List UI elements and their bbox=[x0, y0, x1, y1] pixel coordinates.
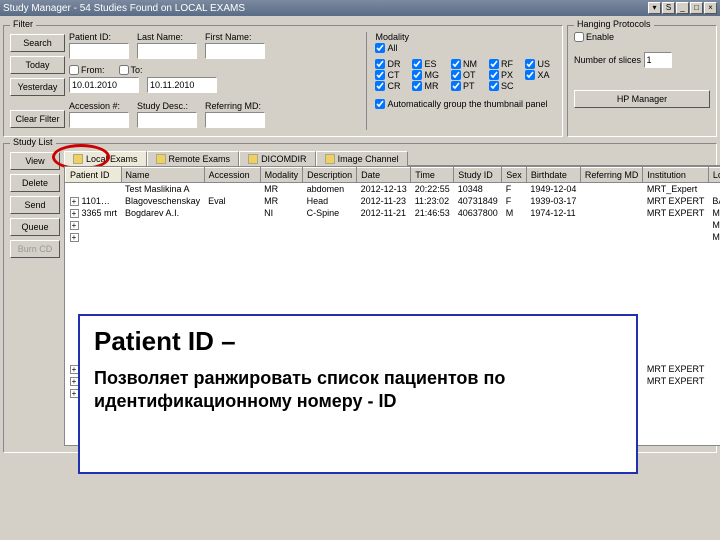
filter-group: Filter Search Today Yesterday Clear Filt… bbox=[3, 25, 563, 137]
col-header[interactable]: Accession bbox=[204, 168, 260, 183]
col-header[interactable]: Name bbox=[121, 168, 204, 183]
hp-manager-button[interactable]: HP Manager bbox=[574, 90, 710, 108]
callout-title: Patient ID – bbox=[94, 326, 622, 357]
col-header[interactable]: Sex bbox=[502, 168, 527, 183]
autogroup-check[interactable]: Automatically group the thumbnail panel bbox=[375, 99, 550, 109]
filter-legend: Filter bbox=[10, 19, 36, 29]
mod-check[interactable]: XA bbox=[525, 70, 550, 80]
send-button[interactable]: Send bbox=[10, 196, 60, 214]
tab-remote-exams[interactable]: Remote Exams bbox=[147, 151, 240, 166]
accession-label: Accession #: bbox=[69, 101, 129, 111]
table-row[interactable]: +1101…BlagoveschenskayEvalMRHead2012-11-… bbox=[66, 195, 720, 207]
first-name-label: First Name: bbox=[205, 32, 265, 42]
study-desc-input[interactable] bbox=[137, 112, 197, 128]
titlebar: Study Manager - 54 Studies Found on LOCA… bbox=[0, 0, 720, 16]
view-button[interactable]: View bbox=[10, 152, 60, 170]
col-header[interactable]: Institution bbox=[643, 168, 709, 183]
mod-check[interactable]: NM bbox=[451, 59, 477, 69]
minimize-button[interactable]: _ bbox=[676, 2, 689, 14]
hanging-group: Hanging Protocols Enable Number of slice… bbox=[567, 25, 717, 137]
table-row[interactable]: +3365 mrtBogdarev A.I.NIC-Spine2012-11-2… bbox=[66, 207, 720, 219]
expand-icon[interactable]: + bbox=[70, 221, 79, 230]
study-list-legend: Study List bbox=[10, 137, 56, 147]
callout-overlay: Patient ID – Позволяет ранжировать списо… bbox=[78, 314, 638, 474]
mod-check[interactable]: CT bbox=[375, 70, 400, 80]
mod-check[interactable]: PT bbox=[451, 81, 477, 91]
search-button[interactable]: Search bbox=[10, 34, 65, 52]
modality-label: Modality bbox=[375, 32, 556, 42]
mod-check[interactable]: SC bbox=[489, 81, 514, 91]
yesterday-button[interactable]: Yesterday bbox=[10, 78, 65, 96]
accession-input[interactable] bbox=[69, 112, 129, 128]
nslices-input[interactable] bbox=[644, 52, 672, 68]
table-row[interactable]: Test Maslikina AMRabdomen2012-12-1320:22… bbox=[66, 183, 720, 196]
ref-md-label: Referring MD: bbox=[205, 101, 265, 111]
network-icon bbox=[156, 154, 166, 164]
col-header[interactable]: Date bbox=[357, 168, 411, 183]
maximize-button[interactable]: □ bbox=[690, 2, 703, 14]
nslices-label: Number of slices bbox=[574, 55, 641, 65]
folder-icon bbox=[73, 154, 83, 164]
clear-filter-button[interactable]: Clear Filter bbox=[10, 110, 65, 128]
s-button[interactable]: S bbox=[662, 2, 675, 14]
mod-check[interactable]: RF bbox=[489, 59, 514, 69]
tabstrip: Local Exams Remote Exams DICOMDIR Image … bbox=[64, 150, 720, 166]
mod-check[interactable]: CR bbox=[375, 81, 400, 91]
mod-check[interactable]: PX bbox=[489, 70, 514, 80]
tab-dicomdir[interactable]: DICOMDIR bbox=[239, 151, 316, 166]
last-name-input[interactable] bbox=[137, 43, 197, 59]
mod-check[interactable]: DR bbox=[375, 59, 400, 69]
mod-check[interactable]: MG bbox=[412, 70, 439, 80]
from-date-input[interactable] bbox=[69, 77, 139, 93]
tab-image-channel[interactable]: Image Channel bbox=[316, 151, 408, 166]
mod-check[interactable]: MR bbox=[412, 81, 439, 91]
col-header[interactable]: Location bbox=[708, 168, 720, 183]
modality-grid: DR ES NM RF US CT MG OT PX XA CR MR PT S… bbox=[375, 59, 556, 91]
mod-check[interactable]: OT bbox=[451, 70, 477, 80]
ref-md-input[interactable] bbox=[205, 112, 265, 128]
table-row[interactable]: +MR4 bbox=[66, 219, 720, 231]
from-check[interactable]: From: bbox=[69, 65, 105, 75]
hp-enable-check[interactable]: Enable bbox=[574, 32, 614, 42]
today-button[interactable]: Today bbox=[10, 56, 65, 74]
delete-button[interactable]: Delete bbox=[10, 174, 60, 192]
close-button[interactable]: × bbox=[704, 2, 717, 14]
to-date-input[interactable] bbox=[147, 77, 217, 93]
table-row[interactable]: +MR4 bbox=[66, 231, 720, 243]
col-header[interactable]: Referring MD bbox=[580, 168, 643, 183]
hanging-legend: Hanging Protocols bbox=[574, 19, 654, 29]
image-icon bbox=[325, 154, 335, 164]
last-name-label: Last Name: bbox=[137, 32, 197, 42]
first-name-input[interactable] bbox=[205, 43, 265, 59]
burn-cd-button[interactable]: Burn CD bbox=[10, 240, 60, 258]
patient-id-label: Patient ID: bbox=[69, 32, 129, 42]
col-header[interactable]: Birthdate bbox=[526, 168, 580, 183]
expand-icon[interactable]: + bbox=[70, 209, 79, 218]
expand-icon[interactable]: + bbox=[70, 197, 79, 206]
mod-check[interactable]: US bbox=[525, 59, 550, 69]
expand-icon[interactable]: + bbox=[70, 233, 79, 242]
col-header[interactable]: Description bbox=[303, 168, 357, 183]
to-check[interactable]: To: bbox=[119, 65, 143, 75]
disc-icon bbox=[248, 154, 258, 164]
tab-local-exams[interactable]: Local Exams bbox=[64, 151, 147, 166]
study-desc-label: Study Desc.: bbox=[137, 101, 197, 111]
col-header[interactable]: Time bbox=[411, 168, 454, 183]
col-header[interactable]: Patient ID bbox=[66, 168, 122, 183]
col-header[interactable]: Study ID bbox=[454, 168, 502, 183]
modality-all-check[interactable]: All bbox=[375, 43, 550, 53]
queue-button[interactable]: Queue bbox=[10, 218, 60, 236]
callout-body: Позволяет ранжировать список пациентов п… bbox=[94, 367, 622, 412]
mod-check[interactable]: ES bbox=[412, 59, 439, 69]
patient-id-input[interactable] bbox=[69, 43, 129, 59]
dropdown-button[interactable]: ▾ bbox=[648, 2, 661, 14]
window-title: Study Manager - 54 Studies Found on LOCA… bbox=[3, 3, 647, 14]
col-header[interactable]: Modality bbox=[260, 168, 303, 183]
